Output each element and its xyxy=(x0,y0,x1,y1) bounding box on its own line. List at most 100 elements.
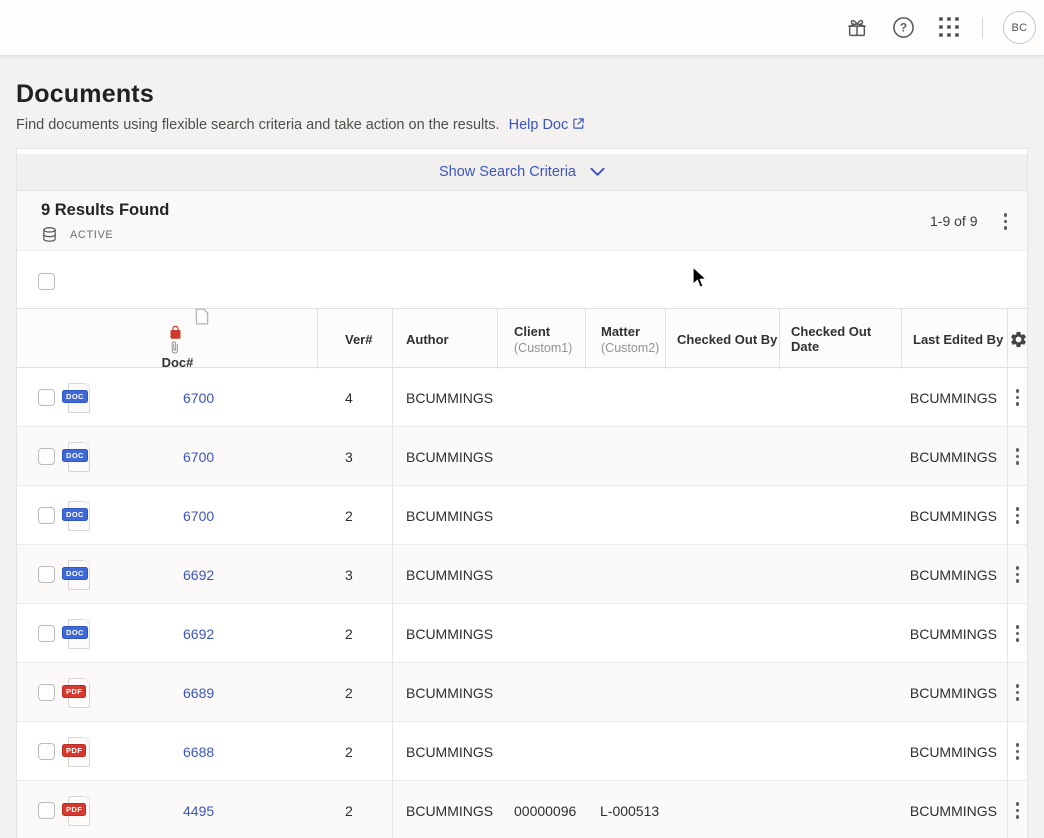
checked-out-date-value xyxy=(779,781,901,838)
doc-number-link[interactable]: 6689 xyxy=(183,685,214,701)
author-value: BCUMMINGS xyxy=(392,486,497,545)
checked-out-by-value xyxy=(665,663,779,722)
matter-value xyxy=(585,663,665,722)
pagination-range: 1-9 of 9 xyxy=(930,213,977,229)
version-number: 2 xyxy=(317,486,392,545)
select-all-bar xyxy=(17,251,1027,308)
column-header-author[interactable]: Author xyxy=(392,309,497,369)
matter-value xyxy=(585,722,665,781)
client-value: 00000096 xyxy=(497,781,585,838)
doc-number-link[interactable]: 6700 xyxy=(183,390,214,406)
chevron-down-icon xyxy=(590,167,605,177)
checked-out-date-value xyxy=(779,722,901,781)
matter-value xyxy=(585,368,665,427)
svg-text:?: ? xyxy=(899,23,906,35)
row-actions-menu-icon[interactable] xyxy=(1010,562,1026,587)
column-header-checked-out-date[interactable]: Checked Out Date xyxy=(779,309,901,369)
checked-out-date-value xyxy=(779,427,901,486)
user-avatar[interactable]: BC xyxy=(1003,11,1036,44)
doc-number-link[interactable]: 4495 xyxy=(183,803,214,819)
author-value: BCUMMINGS xyxy=(392,604,497,663)
row-actions-menu-icon[interactable] xyxy=(1010,739,1026,764)
whats-new-gift-icon[interactable] xyxy=(844,15,870,41)
row-actions-menu-icon[interactable] xyxy=(1010,444,1026,469)
doc-number-link[interactable]: 6692 xyxy=(183,626,214,642)
column-header-last-edited-by[interactable]: Last Edited By xyxy=(901,309,1007,369)
table-row: PDF 4495 2 BCUMMINGS 00000096 L-000513 B… xyxy=(17,781,1027,838)
document-type-column-icon xyxy=(195,308,209,325)
row-actions-menu-icon[interactable] xyxy=(1010,385,1026,410)
column-header-checked-out-by[interactable]: Checked Out By xyxy=(665,309,779,369)
version-number: 3 xyxy=(317,427,392,486)
checked-out-date-value xyxy=(779,663,901,722)
external-link-icon xyxy=(572,117,585,130)
top-app-bar: ? BC xyxy=(0,0,1044,56)
last-edited-by-value: BCUMMINGS xyxy=(901,781,1007,838)
results-summary-bar: 9 Results Found ACTIVE 1-9 of 9 xyxy=(17,191,1027,251)
column-settings-gear-icon[interactable] xyxy=(1009,330,1028,349)
file-type-icon: PDF xyxy=(65,796,90,826)
version-number: 4 xyxy=(317,368,392,427)
row-checkbox[interactable] xyxy=(38,684,55,701)
checked-out-by-value xyxy=(665,604,779,663)
column-settings-cell xyxy=(1007,309,1027,369)
row-actions-menu-icon[interactable] xyxy=(1010,503,1026,528)
table-row: PDF 6689 2 BCUMMINGS BCUMMINGS xyxy=(17,663,1027,722)
author-value: BCUMMINGS xyxy=(392,722,497,781)
repository-label: ACTIVE xyxy=(70,229,113,241)
client-value xyxy=(497,663,585,722)
row-actions-menu-icon[interactable] xyxy=(1010,798,1026,823)
row-checkbox[interactable] xyxy=(38,802,55,819)
column-header-ver[interactable]: Ver# xyxy=(317,309,392,369)
row-checkbox[interactable] xyxy=(38,389,55,406)
table-row: DOC 6700 3 BCUMMINGS BCUMMINGS xyxy=(17,427,1027,486)
select-all-checkbox[interactable] xyxy=(38,273,55,290)
row-checkbox[interactable] xyxy=(38,566,55,583)
client-value xyxy=(497,486,585,545)
client-value xyxy=(497,722,585,781)
checked-out-date-value xyxy=(779,545,901,604)
matter-value xyxy=(585,545,665,604)
file-type-icon: DOC xyxy=(65,383,90,413)
column-header-matter[interactable]: Matter (Custom2) xyxy=(585,309,665,369)
table-body: DOC 6700 4 BCUMMINGS BCUMMINGS DOC 6700 … xyxy=(17,368,1027,838)
client-value xyxy=(497,427,585,486)
last-edited-by-value: BCUMMINGS xyxy=(901,663,1007,722)
help-doc-link[interactable]: Help Doc xyxy=(509,117,586,133)
version-number: 2 xyxy=(317,781,392,838)
topbar-divider xyxy=(982,17,983,39)
version-number: 2 xyxy=(317,604,392,663)
doc-number-link[interactable]: 6700 xyxy=(183,449,214,465)
row-checkbox[interactable] xyxy=(38,625,55,642)
checked-out-by-value xyxy=(665,781,779,838)
help-icon[interactable]: ? xyxy=(890,15,916,41)
checked-out-date-value xyxy=(779,604,901,663)
results-count: 9 Results Found xyxy=(41,201,169,220)
last-edited-by-value: BCUMMINGS xyxy=(901,604,1007,663)
file-type-icon: DOC xyxy=(65,442,90,472)
results-panel: Show Search Criteria 9 Results Found ACT… xyxy=(16,148,1028,838)
row-checkbox[interactable] xyxy=(38,743,55,760)
version-number: 2 xyxy=(317,663,392,722)
table-row: DOC 6700 4 BCUMMINGS BCUMMINGS xyxy=(17,368,1027,427)
row-actions-menu-icon[interactable] xyxy=(1010,621,1026,646)
row-checkbox[interactable] xyxy=(38,507,55,524)
client-value xyxy=(497,604,585,663)
results-actions-menu-icon[interactable] xyxy=(998,209,1014,234)
doc-number-link[interactable]: 6688 xyxy=(183,744,214,760)
row-actions-menu-icon[interactable] xyxy=(1010,680,1026,705)
last-edited-by-value: BCUMMINGS xyxy=(901,368,1007,427)
show-search-criteria-toggle[interactable]: Show Search Criteria xyxy=(17,154,1027,191)
row-checkbox[interactable] xyxy=(38,448,55,465)
app-launcher-grid-icon[interactable] xyxy=(936,15,962,41)
page-title: Documents xyxy=(16,80,1016,109)
checked-out-date-value xyxy=(779,368,901,427)
author-value: BCUMMINGS xyxy=(392,663,497,722)
client-value xyxy=(497,545,585,604)
version-number: 2 xyxy=(317,722,392,781)
doc-number-link[interactable]: 6692 xyxy=(183,567,214,583)
doc-number-link[interactable]: 6700 xyxy=(183,508,214,524)
table-row: DOC 6700 2 BCUMMINGS BCUMMINGS xyxy=(17,486,1027,545)
checked-out-by-value xyxy=(665,427,779,486)
column-header-client[interactable]: Client (Custom1) xyxy=(497,309,585,369)
